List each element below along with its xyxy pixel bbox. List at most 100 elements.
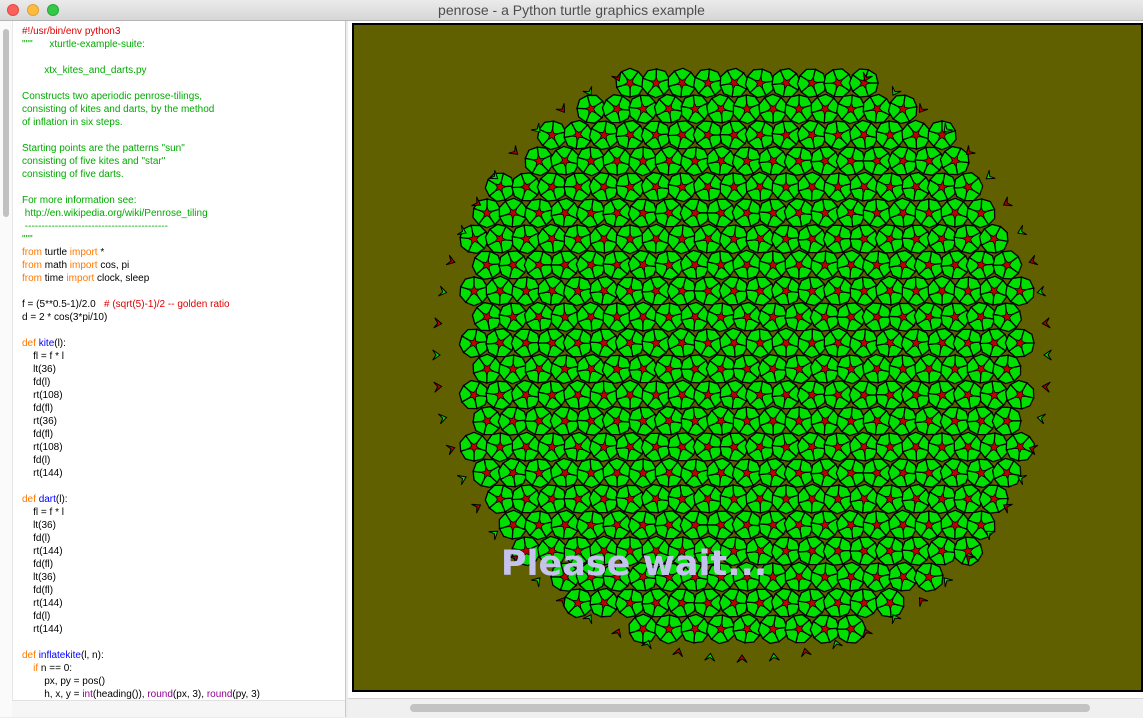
code-line: rt(144) [22, 467, 260, 480]
penrose-rosette [771, 120, 802, 151]
code-token: (l, n): [80, 650, 104, 661]
penrose-rosette [654, 457, 684, 488]
edge-dart [891, 85, 902, 96]
penrose-rosette [796, 68, 827, 98]
source-code[interactable]: #!/usr/bin/env python3 """ xturtle-exampl… [22, 25, 260, 701]
penrose-rosette [680, 301, 710, 332]
code-line: rt(108) [22, 441, 260, 454]
penrose-rosette [615, 172, 646, 203]
penrose-rosette [576, 146, 606, 177]
penrose-rosette [887, 146, 918, 176]
code-token: d = 2 * cos(3*pi/10) [22, 312, 108, 323]
code-token: clock, sleep [94, 273, 150, 284]
penrose-rosette [575, 562, 606, 592]
code-token: dart [38, 494, 56, 505]
penrose-rosette [589, 380, 619, 411]
penrose-rosette [745, 171, 775, 202]
penrose-rosette [458, 379, 489, 410]
penrose-rosette [849, 171, 880, 202]
canvas-horizontal-scrollbar[interactable] [348, 698, 1143, 718]
penrose-rosette [783, 146, 814, 176]
code-token: def [22, 494, 36, 505]
code-line: def dart(l): [22, 493, 260, 506]
penrose-rosette [628, 354, 659, 384]
penrose-rosette [771, 67, 802, 98]
editor-scroll-thumb[interactable] [3, 29, 9, 217]
penrose-rosette [1004, 379, 1035, 410]
penrose-rosette [862, 198, 892, 229]
penrose-rosette [679, 249, 710, 280]
penrose-rosette [550, 562, 581, 592]
penrose-rosette [602, 250, 633, 280]
penrose-rosette [758, 145, 789, 176]
editor-vertical-scrollbar[interactable] [0, 21, 13, 717]
code-token: (heading()), [92, 689, 148, 700]
code-editor[interactable]: #!/usr/bin/env python3 """ xturtle-exampl… [0, 21, 346, 717]
penrose-rosette [810, 198, 841, 229]
edge-dart [531, 577, 541, 588]
penrose-rosette [680, 354, 711, 384]
code-line: """ xturtle-example-suite: [22, 38, 260, 51]
penrose-rosette [888, 354, 918, 385]
penrose-rosette [693, 535, 724, 566]
penrose-rosette [614, 588, 645, 619]
penrose-rosette [498, 509, 528, 540]
penrose-rosette [992, 250, 1023, 280]
canvas-scroll-thumb[interactable] [410, 704, 1090, 712]
penrose-rosette [979, 328, 1010, 358]
penrose-rosette [874, 172, 905, 203]
penrose-rosette [693, 276, 724, 306]
penrose-rosette [719, 172, 749, 203]
penrose-rosette [601, 406, 632, 436]
penrose-rosette [874, 224, 905, 254]
edge-dart [918, 103, 929, 114]
code-line: lt(36) [22, 571, 260, 584]
edge-dart [582, 85, 593, 96]
code-line: http://en.wikipedia.org/wiki/Penrose_til… [22, 207, 260, 220]
penrose-rosette [589, 535, 619, 566]
penrose-rosette [563, 536, 593, 567]
penrose-rosette [913, 302, 944, 332]
penrose-rosette [550, 145, 580, 176]
penrose-rosette [654, 510, 685, 540]
penrose-rosette [614, 276, 645, 307]
turtle-canvas[interactable]: Please wait... [352, 23, 1143, 692]
penrose-rosette [485, 432, 515, 463]
edge-dart [1002, 196, 1013, 207]
penrose-rosette [758, 457, 789, 488]
penrose-rosette [536, 432, 567, 463]
code-token: Starting points are the patterns "sun" [22, 143, 185, 154]
penrose-rosette [901, 483, 932, 514]
penrose-rosette [641, 380, 671, 411]
code-line: consisting of five darts. [22, 168, 260, 181]
code-line: Constructs two aperiodic penrose-tilings… [22, 90, 260, 103]
penrose-rosette [562, 588, 593, 619]
code-token: fl = f * l [22, 351, 64, 362]
code-line: rt(108) [22, 389, 260, 402]
penrose-rosette [731, 198, 762, 228]
penrose-rosette [862, 510, 892, 541]
penrose-rosette [693, 223, 724, 254]
penrose-rosette [511, 276, 541, 307]
edge-dart [488, 530, 499, 540]
penrose-rosette [966, 198, 996, 229]
penrose-rosette [654, 145, 684, 176]
penrose-rosette [849, 224, 880, 254]
penrose-rosette [887, 458, 918, 488]
penrose-rosette [628, 406, 659, 437]
code-line: rt(144) [22, 545, 260, 558]
penrose-rosette [667, 67, 697, 98]
penrose-rosette [563, 431, 594, 462]
penrose-rosette [939, 457, 970, 488]
penrose-rosette [654, 302, 684, 333]
penrose-rosette [757, 614, 788, 645]
penrose-rosette [511, 431, 541, 462]
penrose-rosette [654, 198, 685, 228]
edge-dart [672, 647, 684, 658]
penrose-rosette [784, 249, 814, 280]
penrose-rosette [523, 250, 554, 280]
penrose-rosette [615, 379, 645, 410]
penrose-rosette [874, 536, 905, 566]
